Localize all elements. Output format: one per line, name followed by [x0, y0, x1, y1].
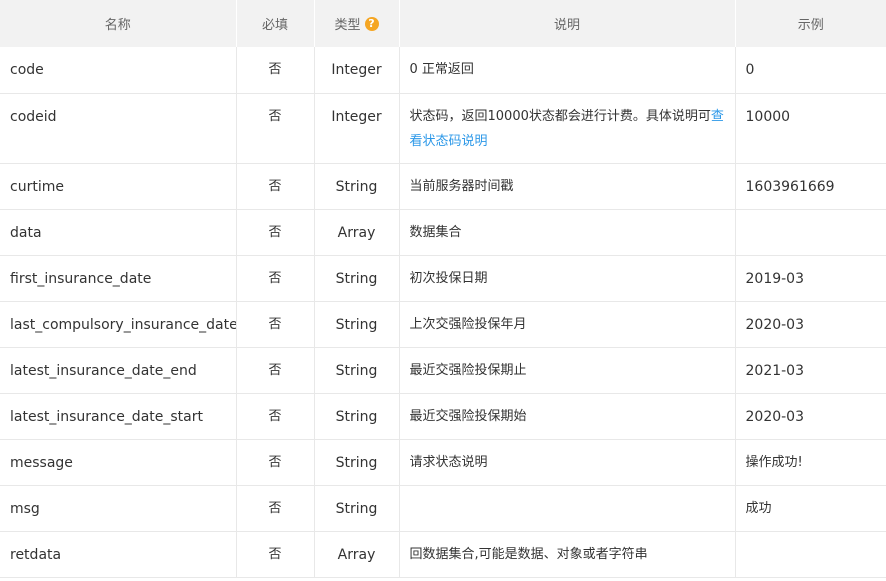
- cell-type: String: [314, 439, 400, 485]
- cell-required: 否: [236, 485, 315, 531]
- cell-example: 10000: [745, 108, 791, 125]
- cell-description: 0 正常返回: [399, 47, 736, 93]
- table-row: first_insurance_date 否 String 初次投保日期 201…: [0, 255, 886, 301]
- cell-description: 最近交强险投保期始: [399, 393, 736, 439]
- cell-name: latest_insurance_date_start: [0, 393, 237, 439]
- table-row: curtime 否 String 当前服务器时间戳 1603961669: [0, 163, 886, 209]
- table-row: message 否 String 请求状态说明 操作成功!: [0, 439, 886, 485]
- cell-example: 操作成功!: [745, 454, 803, 470]
- api-response-table: 名称 必填 类型? 说明 示例 code 否 Integer 0 正常返回 0 …: [0, 0, 886, 578]
- cell-required: 否: [236, 531, 315, 577]
- cell-example: [735, 531, 886, 577]
- cell-example: 2021-03: [745, 362, 805, 379]
- table-row: latest_insurance_date_end 否 String 最近交强险…: [0, 347, 886, 393]
- header-row: 名称 必填 类型? 说明 示例: [0, 0, 886, 47]
- cell-name: message: [0, 439, 237, 485]
- header-type: 类型?: [314, 0, 400, 47]
- cell-name: code: [0, 47, 237, 93]
- cell-name: curtime: [0, 163, 237, 209]
- cell-example: 2019-03: [745, 270, 805, 287]
- cell-example: 1603961669: [745, 178, 835, 195]
- cell-description: 当前服务器时间戳: [399, 163, 736, 209]
- cell-description: 最近交强险投保期止: [399, 347, 736, 393]
- header-type-label: 类型: [334, 18, 361, 33]
- table-row: codeid 否 Integer 状态码，返回10000状态都会进行计费。具体说…: [0, 93, 886, 163]
- cell-type: Array: [314, 209, 400, 255]
- cell-required: 否: [236, 255, 315, 301]
- table-row: last_compulsory_insurance_date 否 String …: [0, 301, 886, 347]
- cell-required: 否: [236, 439, 315, 485]
- table-row: code 否 Integer 0 正常返回 0: [0, 47, 886, 93]
- cell-required: 否: [236, 347, 315, 393]
- cell-example: 0: [745, 62, 755, 78]
- cell-type: Array: [314, 531, 400, 577]
- cell-name: first_insurance_date: [0, 255, 237, 301]
- cell-description: 上次交强险投保年月: [399, 301, 736, 347]
- cell-type: Integer: [314, 93, 400, 163]
- cell-name: last_compulsory_insurance_date: [0, 301, 237, 347]
- cell-type: String: [314, 347, 400, 393]
- cell-description-text: 状态码，返回10000状态都会进行计费。具体说明可: [409, 108, 711, 124]
- cell-required: 否: [236, 93, 315, 163]
- cell-name: retdata: [0, 531, 237, 577]
- header-name: 名称: [0, 0, 237, 47]
- cell-type: String: [314, 485, 400, 531]
- cell-name: data: [0, 209, 237, 255]
- table-body: code 否 Integer 0 正常返回 0 codeid 否 Integer…: [0, 47, 886, 577]
- cell-name: msg: [0, 485, 237, 531]
- cell-required: 否: [236, 301, 315, 347]
- cell-type: String: [314, 163, 400, 209]
- table-row: latest_insurance_date_start 否 String 最近交…: [0, 393, 886, 439]
- cell-example: 2020-03: [745, 316, 805, 333]
- cell-required: 否: [236, 163, 315, 209]
- header-required: 必填: [236, 0, 315, 47]
- cell-example: 2020-03: [745, 408, 805, 425]
- question-mark-icon[interactable]: ?: [364, 17, 379, 31]
- cell-description: 状态码，返回10000状态都会进行计费。具体说明可查看状态码说明: [399, 93, 736, 163]
- cell-type: Integer: [314, 47, 400, 93]
- cell-name: latest_insurance_date_end: [0, 347, 237, 393]
- cell-example: [735, 209, 886, 255]
- table-row: retdata 否 Array 回数据集合,可能是数据、对象或者字符串: [0, 531, 886, 577]
- table-row: data 否 Array 数据集合: [0, 209, 886, 255]
- table-header: 名称 必填 类型? 说明 示例: [0, 0, 886, 47]
- cell-description: [399, 485, 736, 531]
- cell-name: codeid: [0, 93, 237, 163]
- table-row: msg 否 String 成功: [0, 485, 886, 531]
- cell-description: 初次投保日期: [399, 255, 736, 301]
- cell-example: 成功: [745, 500, 772, 516]
- cell-required: 否: [236, 47, 315, 93]
- cell-required: 否: [236, 393, 315, 439]
- cell-description: 数据集合: [399, 209, 736, 255]
- header-description: 说明: [399, 0, 736, 47]
- cell-description: 请求状态说明: [399, 439, 736, 485]
- header-example: 示例: [797, 18, 824, 33]
- cell-description: 回数据集合,可能是数据、对象或者字符串: [399, 531, 736, 577]
- cell-type: String: [314, 255, 400, 301]
- cell-type: String: [314, 301, 400, 347]
- cell-required: 否: [236, 209, 315, 255]
- cell-type: String: [314, 393, 400, 439]
